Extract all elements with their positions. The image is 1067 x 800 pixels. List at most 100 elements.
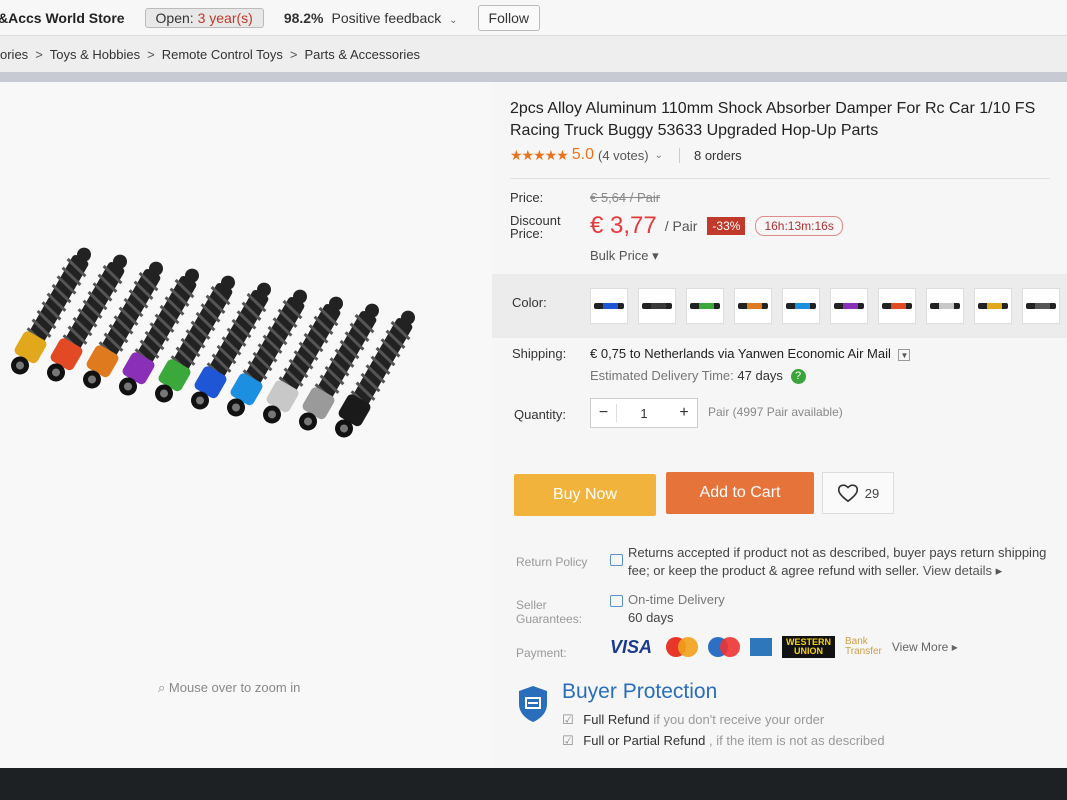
- chevron-down-icon: ⌄: [449, 14, 458, 26]
- breadcrumb-separator: >: [289, 46, 298, 62]
- return-policy-icon: [610, 554, 623, 566]
- zoom-hint-text: Mouse over to zoom in: [168, 680, 301, 695]
- product-title: 2pcs Alloy Aluminum 110mm Shock Absorber…: [510, 100, 1036, 139]
- breadcrumb-separator: >: [35, 46, 43, 62]
- quantity-stepper: − 1 +: [590, 398, 698, 428]
- countdown-timer: 16h:13m:16s: [755, 216, 843, 236]
- color-swatch[interactable]: [926, 288, 964, 324]
- shock-thumbnail-icon: [786, 303, 816, 309]
- product-page: &Accs World Store Open: 3 year(s) 98.2% …: [0, 0, 1067, 768]
- guarantee-label-line1: Seller: [516, 598, 547, 612]
- plus-icon[interactable]: +: [671, 404, 697, 422]
- wu-line2: UNION: [794, 646, 824, 656]
- delivery-estimate: Estimated Delivery Time: 47 days ?: [590, 368, 806, 385]
- payment-label: Payment:: [516, 646, 567, 660]
- breadcrumb-separator: >: [147, 46, 155, 62]
- shock-thumbnail-icon: [930, 303, 960, 309]
- shipping-text: € 0,75 to Netherlands via Yanwen Economi…: [590, 346, 891, 361]
- divider: [510, 178, 1050, 179]
- western-union-logo: WESTERN UNION: [782, 636, 836, 658]
- color-swatch[interactable]: [686, 288, 724, 324]
- chevron-down-icon[interactable]: ▼: [898, 348, 911, 361]
- store-name[interactable]: &Accs World Store: [0, 10, 125, 26]
- feedback-percentage: 98.2%: [283, 9, 324, 26]
- wishlist-button[interactable]: 29: [822, 472, 894, 514]
- color-swatch[interactable]: [782, 288, 820, 324]
- delivery-truck-icon: [610, 595, 623, 607]
- return-policy-text: Returns accepted if product not as descr…: [628, 544, 1058, 580]
- add-to-cart-button[interactable]: Add to Cart: [666, 472, 814, 514]
- open-label: Open:: [155, 9, 194, 26]
- heart-icon: [837, 484, 858, 503]
- rating-value: 5.0: [571, 146, 595, 163]
- view-details-link[interactable]: View details ▸: [923, 563, 1002, 578]
- color-swatches: [590, 288, 1067, 324]
- rating-row: ★★★★★ 5.0 (4 votes) ⌄ 8 orders: [510, 146, 742, 164]
- discount-price: € 3,77: [590, 212, 657, 239]
- checkbox-icon: ☑: [562, 733, 574, 748]
- view-more-link[interactable]: View More ▸: [892, 640, 958, 654]
- buyer-protection-title: Buyer Protection: [562, 680, 718, 703]
- breadcrumb-item[interactable]: Remote Control Toys: [162, 47, 283, 62]
- header-divider: [0, 72, 1067, 82]
- quantity-label: Quantity:: [514, 407, 567, 422]
- color-swatch[interactable]: [830, 288, 868, 324]
- partial-refund-desc: , if the item is not as described: [709, 733, 885, 748]
- shock-thumbnail-icon: [594, 303, 624, 309]
- open-years: 3 year(s): [197, 9, 253, 26]
- price-label: Price:: [510, 190, 544, 205]
- product-image-area[interactable]: ⌕ Mouse over to zoom in: [0, 82, 492, 768]
- original-price: € 5,64 / Pair: [590, 190, 661, 205]
- delivery-label: Estimated Delivery Time:: [590, 368, 734, 383]
- zoom-hint: ⌕ Mouse over to zoom in: [158, 680, 300, 696]
- votes-count[interactable]: (4 votes): [598, 148, 649, 163]
- color-swatch[interactable]: [1022, 288, 1060, 324]
- color-swatch[interactable]: [590, 288, 628, 324]
- help-icon[interactable]: ?: [790, 369, 806, 385]
- return-policy-label: Return Policy: [516, 555, 588, 569]
- guarantee-text: On-time Delivery 60 days: [628, 591, 725, 627]
- wishlist-count: 29: [864, 485, 880, 501]
- amex-logo: [750, 638, 773, 656]
- bulk-price-dropdown[interactable]: Bulk Price ▾: [590, 248, 659, 264]
- feedback-label: Positive feedback: [331, 9, 442, 26]
- on-time-delivery: On-time Delivery: [628, 592, 725, 607]
- guarantee-days: 60 days: [628, 610, 674, 625]
- mastercard-logo: [666, 637, 699, 657]
- color-swatch[interactable]: [734, 288, 772, 324]
- color-swatch[interactable]: [974, 288, 1012, 324]
- chevron-down-icon[interactable]: ⌄: [655, 150, 663, 161]
- breadcrumb-item[interactable]: Parts & Accessories: [304, 47, 420, 62]
- breadcrumb: ories > Toys & Hobbies > Remote Control …: [0, 36, 1067, 72]
- full-refund-label: Full Refund: [583, 712, 650, 727]
- price-unit: / Pair: [664, 218, 698, 234]
- product-image[interactable]: [0, 232, 492, 552]
- shock-thumbnail-icon: [834, 303, 864, 309]
- shipping-label: Shipping:: [512, 346, 567, 361]
- discount-price-label: Discount Price:: [510, 214, 561, 240]
- shock-thumbnail-icon: [978, 303, 1008, 309]
- checkbox-icon: ☑: [562, 712, 574, 727]
- color-swatch[interactable]: [878, 288, 916, 324]
- buy-now-button[interactable]: Buy Now: [514, 474, 656, 516]
- follow-button[interactable]: Follow: [477, 4, 540, 31]
- bank-line2: Transfer: [845, 646, 882, 657]
- discount-badge: -33%: [707, 217, 746, 235]
- shock-thumbnail-icon: [642, 303, 672, 309]
- price-row: € 3,77 / Pair -33% 16h:13m:16s: [590, 212, 843, 240]
- quantity-input[interactable]: 1: [617, 406, 671, 421]
- partial-refund-line: ☑ Full or Partial Refund , if the item i…: [562, 733, 885, 749]
- store-open-badge: Open: 3 year(s): [144, 7, 264, 28]
- color-swatch[interactable]: [638, 288, 676, 324]
- breadcrumb-item[interactable]: Toys & Hobbies: [50, 47, 140, 62]
- visa-logo: VISA: [610, 636, 653, 657]
- shipping-selector[interactable]: € 0,75 to Netherlands via Yanwen Economi…: [590, 346, 911, 361]
- seller-guarantees-label: Seller Guarantees:: [516, 598, 582, 626]
- minus-icon[interactable]: −: [591, 404, 617, 422]
- positive-feedback-dropdown[interactable]: Positive feedback ⌄: [332, 10, 458, 26]
- shield-icon: [519, 686, 547, 722]
- shock-thumbnail-icon: [738, 303, 768, 309]
- shock-thumbnail-icon: [882, 303, 912, 309]
- breadcrumb-item[interactable]: ories: [0, 47, 28, 62]
- bank-transfer-logo: Bank Transfer: [845, 637, 882, 657]
